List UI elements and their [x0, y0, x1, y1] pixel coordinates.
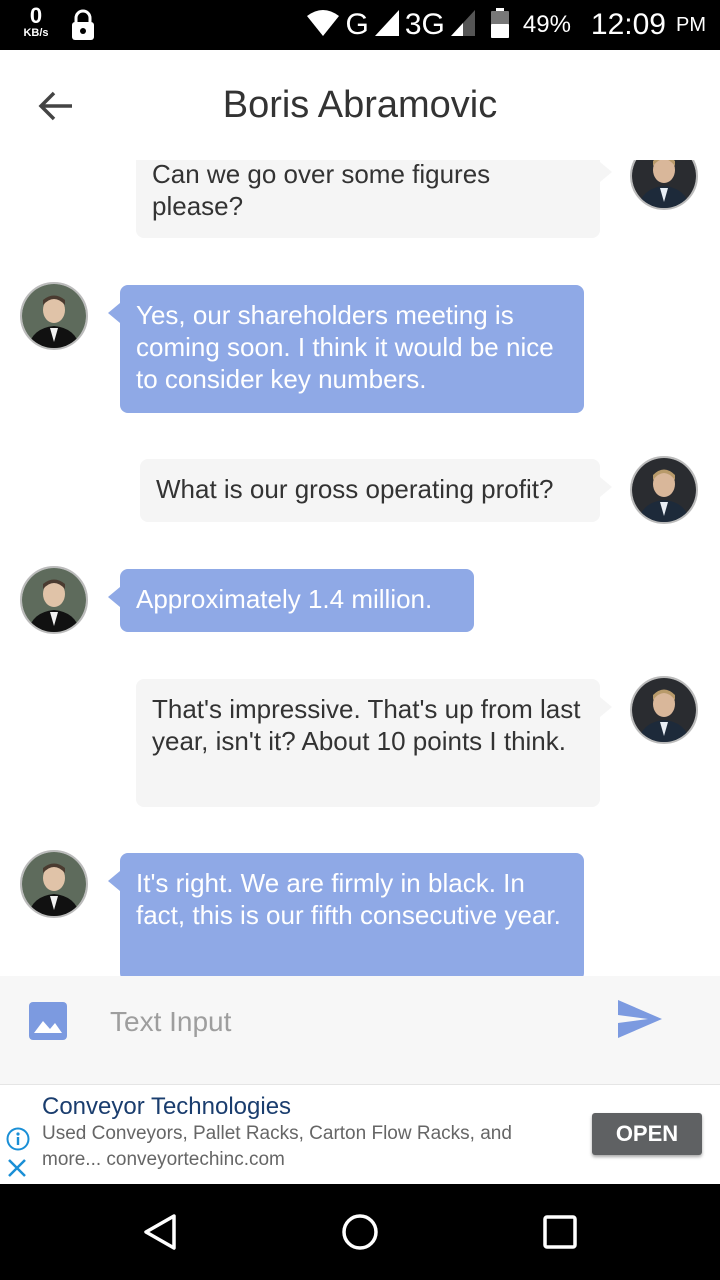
message-bubble-sent[interactable]: What is our gross operating profit? [140, 459, 612, 522]
message-text: Can we go over some figures please? [152, 160, 491, 221]
message-input-bar [0, 976, 720, 1084]
network-speed-indicator: 0 KB/s [18, 5, 54, 39]
navigation-bar [0, 1184, 720, 1280]
wifi-icon [306, 9, 340, 42]
avatar-user[interactable] [630, 456, 698, 524]
avatar-user[interactable] [630, 160, 698, 210]
avatar-contact[interactable] [20, 282, 88, 350]
message-bubble-received[interactable]: Approximately 1.4 million. [108, 569, 474, 632]
nav-back-icon[interactable] [140, 1212, 180, 1257]
message-text: Approximately 1.4 million. [136, 584, 433, 614]
avatar-contact[interactable] [20, 566, 88, 634]
message-text: Yes, our shareholders meeting is coming … [136, 300, 554, 394]
clock-ampm: PM [676, 13, 706, 36]
message-text: It's right. We are firmly in black. In f… [136, 868, 561, 930]
ad-open-button[interactable]: OPEN [592, 1113, 702, 1155]
ad-title[interactable]: Conveyor Technologies [42, 1093, 291, 1121]
message-bubble-sent[interactable]: Can we go over some figures please? [136, 160, 612, 238]
battery-icon [490, 7, 509, 43]
image-icon [29, 1002, 67, 1040]
send-icon [618, 1000, 662, 1038]
message-text-input[interactable] [96, 1000, 604, 1044]
message-bubble-sent[interactable]: That's impressive. That's up from last y… [136, 679, 612, 807]
message-bubble-received[interactable]: Yes, our shareholders meeting is coming … [108, 285, 584, 413]
network-speed-unit: KB/s [23, 27, 49, 39]
network-type-3g: 3G [404, 8, 445, 41]
signal-icon [374, 9, 399, 41]
ad-description: Used Conveyors, Pallet Racks, Carton Flo… [42, 1123, 512, 1170]
close-icon[interactable] [6, 1157, 28, 1184]
message-bubble-received[interactable]: It's right. We are firmly in black. In f… [108, 853, 584, 976]
chat-messages[interactable]: Can we go over some figures please? Yes,… [0, 160, 720, 976]
signal-weak-icon [450, 9, 475, 41]
page-title: Boris Abramovic [222, 84, 498, 126]
network-type-g: G [345, 8, 369, 41]
battery-percent: 49% [522, 11, 571, 38]
message-text: That's impressive. That's up from last y… [152, 694, 581, 756]
avatar-contact[interactable] [20, 850, 88, 918]
chat-header: Boris Abramovic [0, 50, 720, 160]
ad-banner[interactable]: Conveyor Technologies Used Conveyors, Pa… [0, 1084, 720, 1185]
nav-home-icon[interactable] [340, 1212, 380, 1257]
clock-time: 12:09 [590, 8, 666, 41]
attach-image-button[interactable] [28, 1001, 68, 1046]
status-bar: 0 KB/s G 3G 49% 12:09 PM [0, 0, 720, 50]
send-button[interactable] [614, 996, 664, 1047]
info-icon[interactable] [6, 1127, 30, 1156]
avatar-user[interactable] [630, 676, 698, 744]
message-text: What is our gross operating profit? [156, 474, 554, 504]
nav-recent-apps-icon[interactable] [542, 1214, 578, 1255]
network-speed-value: 0 [29, 3, 43, 28]
lock-icon [70, 9, 96, 46]
